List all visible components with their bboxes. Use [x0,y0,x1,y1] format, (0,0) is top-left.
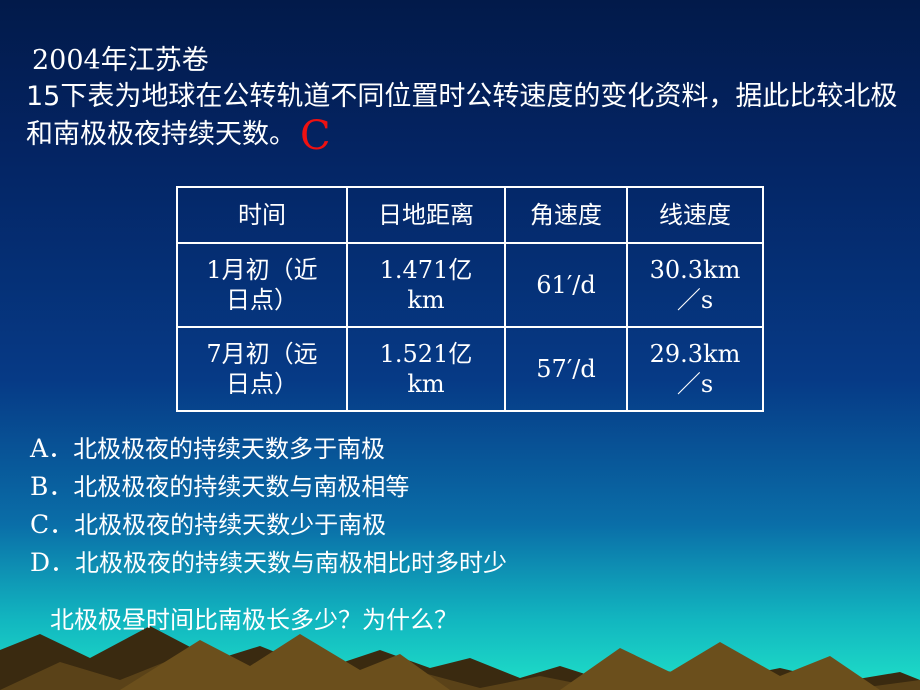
option-a-text: 北极极夜的持续天数多于南极 [73,435,386,463]
cell-line: 29.3km [649,340,741,368]
cell-time-july: 7月初（远 日点） [176,326,348,412]
slide: 2004年江苏卷 15下表为地球在公转轨道不同位置时公转速度的变化资料，据此比较… [0,0,920,690]
cell-line: 1月初（近 [206,256,318,284]
table-header-angular-speed: 角速度 [504,186,628,244]
table-row: 1月初（近 日点） 1.471亿 km 61′/d 30.3km ／s [176,242,764,328]
option-b-text: 北极极夜的持续天数与南极相等 [73,473,410,501]
source-label: 2004年江苏卷 [32,45,209,76]
cell-line: km [407,286,445,314]
data-table: 时间 日地距离 角速度 线速度 1月初（近 日点） 1.471亿 km 61′/… [176,186,764,412]
cell-time-january: 1月初（近 日点） [176,242,348,328]
cell-distance-july: 1.521亿 km [346,326,506,412]
table-row: 7月初（远 日点） 1.521亿 km 57′/d 29.3km ／s [176,326,764,412]
cell-distance-january: 1.471亿 km [346,242,506,328]
cell-line: 1.471亿 [379,256,473,284]
cell-line: 日点） [226,286,298,314]
option-a: A．北极极夜的持续天数多于南极 [30,430,507,468]
option-d: D．北极极夜的持续天数与南极相比时多时少 [30,544,507,582]
question-text: 15下表为地球在公转轨道不同位置时公转速度的变化资料，据此比较北极和南极极夜持续… [26,78,906,156]
cell-linear-speed-january: 30.3km ／s [626,242,764,328]
option-c-text: 北极极夜的持续天数少于南极 [74,511,387,539]
table-header-row: 时间 日地距离 角速度 线速度 [176,186,764,244]
option-c: C．北极极夜的持续天数少于南极 [30,506,507,544]
cell-line: 1.521亿 [379,340,473,368]
options-list: A．北极极夜的持续天数多于南极 B．北极极夜的持续天数与南极相等 C．北极极夜的… [30,430,507,582]
option-b-label: B． [30,472,74,501]
cell-line: km [407,370,445,398]
option-c-label: C． [30,510,75,539]
cell-angular-speed-january: 61′/d [504,242,628,328]
cell-line: 日点） [226,370,298,398]
answer-mark: C [300,113,331,159]
option-d-label: D． [30,548,76,577]
cell-line: ／s [676,370,714,398]
cell-line: 7月初（远 [206,340,318,368]
table-header-time: 时间 [176,186,348,244]
cell-line: ／s [676,286,714,314]
option-d-text: 北极极夜的持续天数与南极相比时多时少 [75,549,508,577]
cell-linear-speed-july: 29.3km ／s [626,326,764,412]
option-a-label: A． [30,434,74,463]
question-body: 15下表为地球在公转轨道不同位置时公转速度的变化资料，据此比较北极和南极极夜持续… [26,81,898,150]
table-header-distance: 日地距离 [346,186,506,244]
option-b: B．北极极夜的持续天数与南极相等 [30,468,507,506]
cell-angular-speed-july: 57′/d [504,326,628,412]
followup-question: 北极极昼时间比南极长多少？为什么？ [50,606,458,634]
table-header-linear-speed: 线速度 [626,186,764,244]
cell-line: 30.3km [649,256,741,284]
